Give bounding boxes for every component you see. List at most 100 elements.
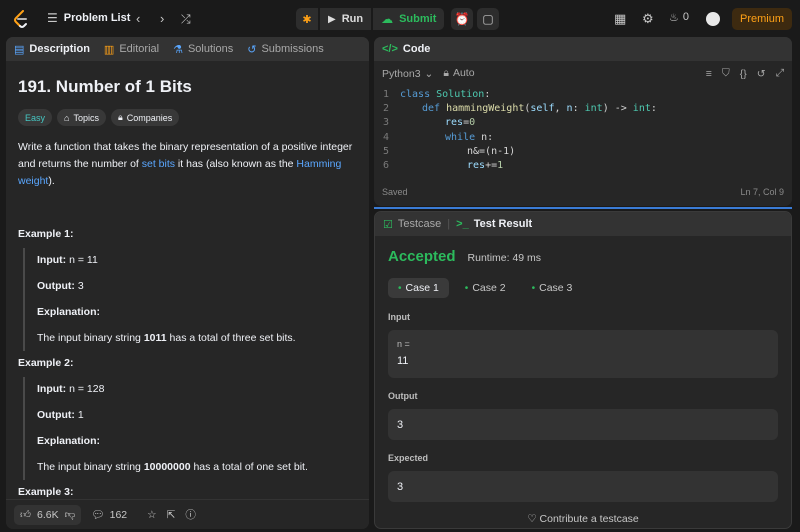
code-token: Solution <box>436 89 485 100</box>
tab-testcase-label: Testcase <box>397 218 442 230</box>
timer-button[interactable]: ⏰ <box>451 8 473 30</box>
tab-test-result-label: Test Result <box>473 218 533 230</box>
tab-editorial[interactable]: ▥ Editorial <box>104 43 159 56</box>
problem-title[interactable]: 191. Number of 1 Bits <box>18 77 357 97</box>
code-line: 5 n&=(n-1) <box>374 146 792 160</box>
runtime-text: Runtime: 49 ms <box>467 252 542 264</box>
thumbs-up-icon[interactable]: 👍︎ <box>20 508 31 521</box>
explanation-bold: 10000000 <box>143 461 191 473</box>
case-tab-2[interactable]: • Case 2 <box>455 278 516 298</box>
comment-icon: 💬︎ <box>91 509 105 521</box>
line-number: 4 <box>382 131 389 143</box>
example-2-heading: Example 2: <box>18 357 74 369</box>
editor-status-bar: Saved Ln 7, Col 9 <box>382 187 784 197</box>
expected-heading: Expected <box>388 453 429 463</box>
tab-solutions-label: Solutions <box>187 43 234 55</box>
submit-button[interactable]: ☁ Submit <box>373 8 445 30</box>
tab-solutions[interactable]: ⚗ Solutions <box>173 43 233 56</box>
code-line: 1 class Solution: <box>374 89 792 103</box>
output-label: Output: <box>37 409 75 421</box>
example-2-block: Input: n = 128 Output: 1 Explanation: Th… <box>23 377 357 480</box>
tag-row: Easy ⌂ Topics 🔒︎ Companies <box>18 109 357 126</box>
code-editor[interactable]: 1 class Solution: 2 def hammingWeight(self… <box>374 86 792 174</box>
streak-counter[interactable]: ♨ 0 <box>669 11 689 24</box>
description-panel: ▤ Description ▥ Editorial ⚗ Solutions ↺ … <box>6 37 369 529</box>
language-select[interactable]: Python3 ⌄ <box>382 68 433 80</box>
document-icon: ▤ <box>14 43 25 56</box>
bookmark-icon[interactable]: ⛉ <box>722 67 730 80</box>
expand-icon[interactable]: ⤢ <box>776 67 784 80</box>
history-icon: ↺ <box>247 43 257 56</box>
case-tab-3[interactable]: • Case 3 <box>522 278 583 298</box>
help-icon[interactable]: ⓘ <box>185 507 196 522</box>
tab-description[interactable]: ▤ Description <box>14 43 90 56</box>
reset-icon[interactable]: ↺ <box>757 68 766 80</box>
accepted-status: Accepted <box>388 248 456 265</box>
example-1-explanation-label: Explanation: <box>37 306 101 318</box>
braces-icon[interactable]: {} <box>740 68 747 80</box>
problem-list-button[interactable]: ☰ Problem List <box>47 11 130 25</box>
input-box[interactable]: n = 11 <box>388 330 778 378</box>
prev-problem-icon[interactable]: ‹ <box>136 11 140 27</box>
avatar[interactable] <box>706 12 720 26</box>
expected-box[interactable]: 3 <box>388 471 778 502</box>
format-icon[interactable]: ≡ <box>706 68 712 80</box>
explanation-pre: The input binary string <box>37 332 144 344</box>
comments-button[interactable]: 💬︎ 162 <box>91 508 128 522</box>
panel-resize-handle[interactable] <box>374 207 792 209</box>
contribute-testcase-button[interactable]: ♡ Contribute a testcase <box>375 513 791 525</box>
code-token: : <box>484 89 491 100</box>
topics-tag[interactable]: ⌂ Topics <box>57 109 106 126</box>
companies-tag[interactable]: 🔒︎ Companies <box>110 109 180 126</box>
input-value: n = 11 <box>69 254 98 266</box>
language-label: Python3 <box>382 67 421 80</box>
tab-code-label: Code <box>402 43 431 55</box>
settings-gear-icon[interactable]: ⚙ <box>642 11 654 27</box>
difficulty-badge: Easy <box>18 109 53 126</box>
chevron-down-icon: ⌄ <box>424 67 434 80</box>
code-token: : <box>572 103 585 115</box>
run-submit-group: ✱ ▶ Run ☁ Submit <box>296 8 445 30</box>
pass-dot-icon: • <box>531 282 536 294</box>
set-bits-link[interactable]: set bits <box>142 158 175 170</box>
code-token: hammingWeight <box>446 103 525 115</box>
output-value: 3 <box>77 280 84 292</box>
code-line: 6 res += 1 <box>374 160 792 174</box>
code-token: n: <box>475 131 494 143</box>
comment-count: 162 <box>109 508 128 521</box>
example-2-explanation-label: Explanation: <box>37 435 101 447</box>
star-icon[interactable]: ☆ <box>147 509 156 521</box>
bug-icon: ✱ <box>302 13 312 26</box>
topics-label: Topics <box>73 112 99 123</box>
save-status: Saved <box>382 187 408 197</box>
tab-description-label: Description <box>29 43 90 55</box>
code-token: : <box>650 103 657 115</box>
tab-code[interactable]: </> Code <box>382 43 430 55</box>
share-icon[interactable]: ⇱ <box>167 509 176 521</box>
input-var-name: n = <box>397 339 410 349</box>
statement-part-2: it has (also known as the <box>175 158 297 170</box>
run-button[interactable]: ▶ Run <box>320 8 372 30</box>
debug-button[interactable]: ✱ <box>296 8 318 30</box>
output-box[interactable]: 3 <box>388 409 778 440</box>
input-label: Input: <box>37 254 67 266</box>
auto-mode-toggle[interactable]: 🔒︎ Auto <box>443 67 474 80</box>
thumbs-down-icon[interactable]: 👎︎ <box>65 508 76 521</box>
notes-button[interactable]: ▢ <box>477 8 499 30</box>
next-problem-icon[interactable]: › <box>160 11 164 27</box>
code-token: 1 <box>497 159 504 171</box>
tab-testcase[interactable]: ☑ Testcase <box>383 218 441 231</box>
description-footer: 👍︎ 6.6K 👎︎ 💬︎ 162 ☆ ⇱ ⓘ <box>6 499 369 529</box>
code-token: while <box>445 131 476 143</box>
code-token: def <box>422 103 441 115</box>
layout-grid-icon[interactable]: ▦ <box>614 11 626 27</box>
play-icon: ▶ <box>328 13 336 25</box>
tab-test-result[interactable]: >_ Test Result <box>456 218 532 230</box>
output-heading: Output <box>388 391 418 401</box>
case-tab-1[interactable]: • Case 1 <box>388 278 449 298</box>
tab-submissions[interactable]: ↺ Submissions <box>247 43 324 56</box>
premium-button[interactable]: Premium <box>732 8 792 30</box>
leetcode-logo-icon[interactable] <box>13 10 29 28</box>
shuffle-icon[interactable]: ⤮ <box>181 11 191 27</box>
example-1-explanation: The input binary string 1011 has a total… <box>37 332 357 345</box>
